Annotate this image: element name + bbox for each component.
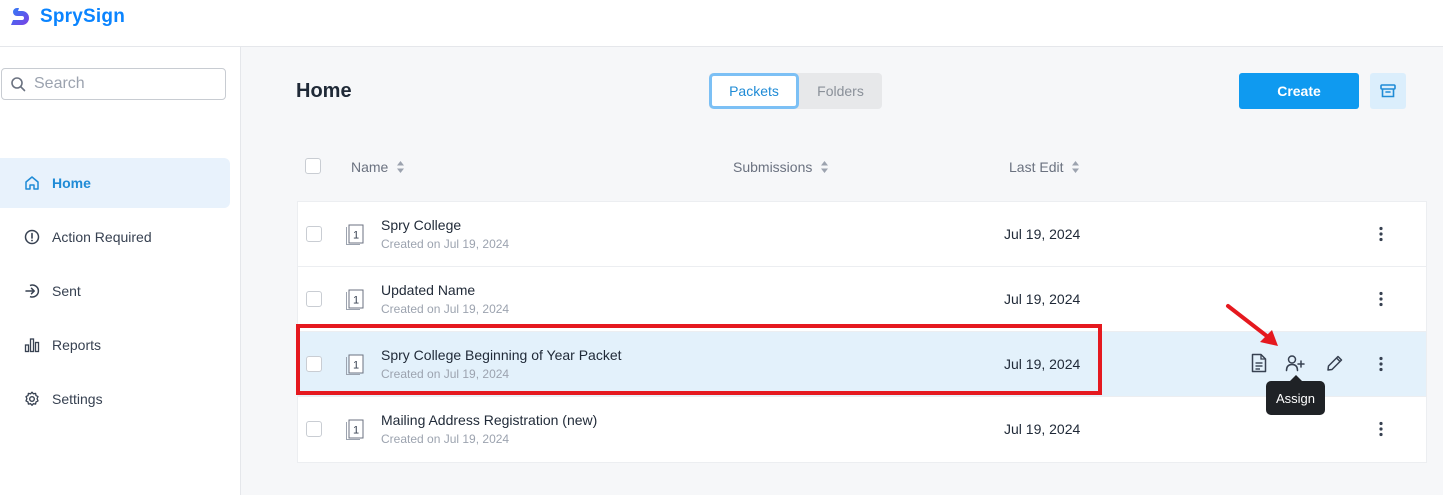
sidebar-item-action-required[interactable]: Action Required xyxy=(0,212,230,262)
row-checkbox[interactable] xyxy=(306,356,322,372)
sidebar-item-reports[interactable]: Reports xyxy=(0,320,230,370)
more-options-button[interactable] xyxy=(1372,223,1390,245)
more-options-button[interactable] xyxy=(1372,288,1390,310)
column-label: Name xyxy=(351,159,389,175)
archive-button[interactable] xyxy=(1370,73,1406,109)
top-bar: SprySign xyxy=(0,0,1443,47)
pencil-icon xyxy=(1327,355,1343,371)
packet-created: Created on Jul 19, 2024 xyxy=(381,367,510,381)
sidebar-item-label: Action Required xyxy=(52,229,152,245)
column-last-edit-header[interactable]: Last Edit xyxy=(1009,159,1080,175)
table-row[interactable]: 1 Spry College Created on Jul 19, 2024 J… xyxy=(298,202,1426,267)
packet-last-edit: Jul 19, 2024 xyxy=(1004,291,1081,307)
column-submissions-header[interactable]: Submissions xyxy=(733,159,829,175)
table-header: Name Submissions Last Edit xyxy=(297,143,1425,193)
kebab-menu-icon xyxy=(1379,226,1383,242)
kebab-menu-icon xyxy=(1379,291,1383,307)
gear-icon xyxy=(25,391,39,406)
row-checkbox[interactable] xyxy=(306,421,322,437)
view-toggle: Packets Folders xyxy=(709,73,882,109)
sidebar-item-label: Home xyxy=(52,175,91,191)
sort-icon xyxy=(1072,161,1080,173)
packet-created: Created on Jul 19, 2024 xyxy=(381,237,510,251)
sidebar-item-settings[interactable]: Settings xyxy=(0,374,230,424)
archive-icon xyxy=(1380,84,1396,98)
sort-icon xyxy=(397,161,405,173)
kebab-menu-icon xyxy=(1379,356,1383,372)
doc-count: 1 xyxy=(353,360,359,372)
document-stack-icon: 1 xyxy=(346,289,364,310)
sidebar-item-home[interactable]: Home xyxy=(0,158,230,208)
packet-last-edit: Jul 19, 2024 xyxy=(1004,421,1081,437)
sidebar-item-label: Settings xyxy=(52,391,103,407)
tab-folders[interactable]: Folders xyxy=(799,73,882,109)
column-label: Last Edit xyxy=(1009,159,1064,175)
page-title: Home xyxy=(296,80,352,102)
app-name: SprySign xyxy=(40,6,126,27)
more-options-button[interactable] xyxy=(1372,418,1390,440)
row-checkbox[interactable] xyxy=(306,226,322,242)
user-plus-icon xyxy=(1285,355,1305,372)
document-icon xyxy=(1251,353,1267,373)
packet-name[interactable]: Spry College Beginning of Year Packet xyxy=(381,347,622,363)
doc-count: 1 xyxy=(353,230,359,242)
packet-name[interactable]: Updated Name xyxy=(381,282,475,298)
logo[interactable]: SprySign xyxy=(10,6,125,28)
table-row[interactable]: 1 Mailing Address Registration (new) Cre… xyxy=(298,397,1426,462)
annotation-arrow-icon xyxy=(1226,304,1278,346)
edit-button[interactable] xyxy=(1324,352,1346,374)
doc-count: 1 xyxy=(353,425,359,437)
sort-icon xyxy=(821,161,829,173)
kebab-menu-icon xyxy=(1379,421,1383,437)
tab-packets[interactable]: Packets xyxy=(709,73,799,109)
packet-last-edit: Jul 19, 2024 xyxy=(1004,226,1081,242)
column-name-header[interactable]: Name xyxy=(351,159,405,175)
main-content: Home Packets Folders Create Name Submiss… xyxy=(241,47,1443,495)
sidebar-item-label: Reports xyxy=(52,337,102,353)
select-all-checkbox[interactable] xyxy=(305,158,321,174)
packet-created: Created on Jul 19, 2024 xyxy=(381,302,510,316)
more-options-button[interactable] xyxy=(1372,353,1390,375)
doc-count: 1 xyxy=(353,295,359,307)
search-input[interactable] xyxy=(32,74,216,94)
sidebar: Home Action Required Sent Reports Settin… xyxy=(0,47,241,495)
packet-last-edit: Jul 19, 2024 xyxy=(1004,356,1081,372)
sprysign-logo-icon xyxy=(11,8,29,25)
search-icon xyxy=(11,77,26,92)
view-document-button[interactable] xyxy=(1248,352,1270,374)
column-label: Submissions xyxy=(733,159,813,175)
document-stack-icon: 1 xyxy=(346,224,364,245)
packet-created: Created on Jul 19, 2024 xyxy=(381,432,510,446)
document-stack-icon: 1 xyxy=(346,419,364,440)
packet-name[interactable]: Mailing Address Registration (new) xyxy=(381,412,597,428)
assign-button[interactable] xyxy=(1284,352,1306,374)
bar-chart-icon xyxy=(24,338,40,353)
alert-circle-icon xyxy=(24,229,40,245)
create-button[interactable]: Create xyxy=(1239,73,1359,109)
home-icon xyxy=(25,176,39,190)
packet-name[interactable]: Spry College xyxy=(381,217,461,233)
sent-icon xyxy=(25,284,40,298)
sidebar-item-label: Sent xyxy=(52,283,81,299)
row-checkbox[interactable] xyxy=(306,291,322,307)
search-box[interactable] xyxy=(1,68,226,100)
assign-tooltip: Assign xyxy=(1266,375,1325,415)
sidebar-item-sent[interactable]: Sent xyxy=(0,266,230,316)
document-stack-icon: 1 xyxy=(346,354,364,375)
